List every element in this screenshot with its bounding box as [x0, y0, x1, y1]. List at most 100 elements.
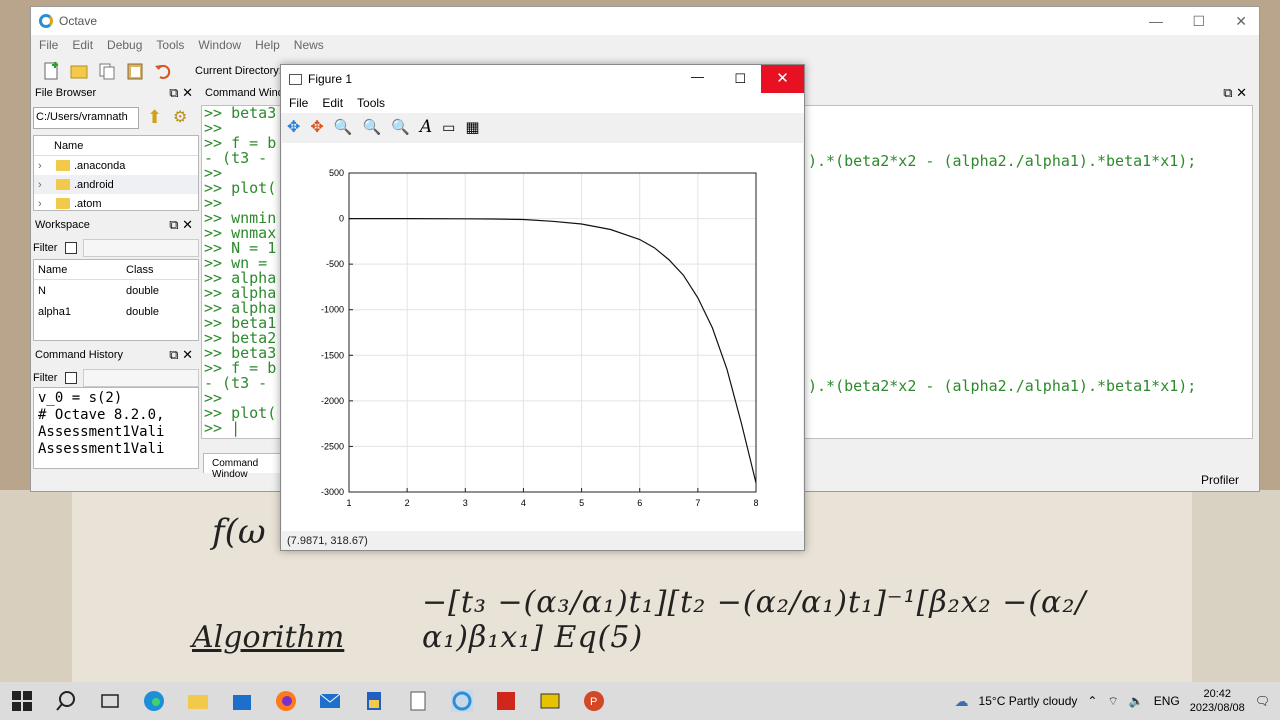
menu-news[interactable]: News [294, 38, 324, 52]
y-tick-label: 500 [329, 168, 344, 178]
insert-text-icon[interactable]: A [420, 117, 432, 137]
undo-icon[interactable] [153, 61, 173, 81]
chevron-right-icon[interactable]: › [38, 179, 42, 191]
dock-buttons[interactable]: ⧉ ✕ [169, 347, 193, 363]
table-row[interactable]: Ndouble [34, 280, 198, 301]
paste-icon[interactable] [125, 61, 145, 81]
figure-maximize-button[interactable]: ☐ [734, 71, 746, 87]
file-browser-path-input[interactable]: C:/Users/vramnath [33, 107, 139, 129]
system-tray: ☁ 15°C Partly cloudy ⌃ ⌔ 🔈 ENG 20:42 202… [955, 682, 1270, 720]
rotate-icon[interactable]: ✥ [310, 117, 323, 137]
figure-close-button[interactable]: ✕ [761, 65, 804, 93]
search-icon[interactable] [55, 690, 77, 712]
menu-tools[interactable]: Tools [156, 38, 184, 52]
file-icon[interactable] [363, 690, 385, 712]
figure-menu-tools[interactable]: Tools [357, 96, 385, 110]
dock-buttons[interactable]: ⧉ ✕ [169, 217, 193, 233]
filter-checkbox[interactable] [65, 242, 78, 254]
open-folder-icon[interactable] [69, 61, 89, 81]
app-icon[interactable] [539, 690, 561, 712]
language-indicator[interactable]: ENG [1154, 694, 1180, 708]
weather-icon[interactable]: ☁ [955, 693, 969, 710]
list-item[interactable]: › .anaconda [34, 156, 198, 175]
maximize-button[interactable]: ☐ [1192, 13, 1205, 30]
clock[interactable]: 20:42 2023/08/08 [1190, 687, 1245, 715]
powerpoint-icon[interactable]: P [583, 690, 605, 712]
plot-canvas[interactable]: 1 2 3 4 5 6 7 8 500 0 -500 -1000 -1500 -2000 -2500 -300… [282, 143, 803, 531]
axes-icon[interactable]: ▭ [442, 119, 455, 136]
list-item[interactable]: # Octave 8.2.0, [38, 407, 194, 424]
volume-icon[interactable]: 🔈 [1129, 694, 1144, 708]
zoom-reset-icon[interactable]: 🔍 [391, 118, 410, 136]
figure-menu-file[interactable]: File [289, 96, 308, 110]
list-item[interactable]: › .atom [34, 194, 198, 210]
octave-titlebar: Octave — ☐ ✕ [31, 7, 1259, 35]
figure-toolbar: ✥ ✥ 🔍 🔍 🔍 A ▭ ▦ [281, 113, 804, 141]
folder-settings-icon[interactable]: ⚙ [173, 107, 187, 127]
minimize-button[interactable]: — [1149, 13, 1163, 29]
list-item[interactable]: v_0 = s(2) [38, 390, 194, 407]
x-tick-label: 2 [405, 498, 410, 508]
file-explorer-icon[interactable] [187, 690, 209, 712]
figure-menu-edit[interactable]: Edit [322, 96, 343, 110]
task-view-icon[interactable] [99, 690, 121, 712]
paper-eq-mid: −[t₃ −(α₃/α₁)t₁][t₂ −(α₂/α₁)t₁]⁻¹[β₂x₂ −… [422, 585, 1087, 655]
taskbar: P ☁ 15°C Partly cloudy ⌃ ⌔ 🔈 ENG 20:42 2… [0, 682, 1280, 720]
weather-text[interactable]: 15°C Partly cloudy [979, 694, 1078, 708]
history-list: v_0 = s(2) # Octave 8.2.0, Assessment1Va… [33, 387, 199, 469]
dock-buttons[interactable]: ⧉ ✕ [169, 85, 193, 101]
parent-folder-icon[interactable]: ⬆ [147, 107, 162, 128]
workspace-title-bar: Workspace ⧉ ✕ [31, 215, 199, 235]
document-icon[interactable] [407, 690, 429, 712]
dock-buttons[interactable]: ⧉ ✕ [1223, 85, 1247, 101]
filter-checkbox[interactable] [65, 372, 78, 384]
history-title: Command History [35, 349, 124, 361]
octave-taskbar-icon[interactable] [451, 690, 473, 712]
start-button[interactable] [11, 690, 33, 712]
column-class[interactable]: Class [126, 264, 154, 276]
menu-window[interactable]: Window [198, 38, 241, 52]
figure-minimize-button[interactable]: — [691, 69, 704, 84]
acrobat-icon[interactable] [495, 690, 517, 712]
paper-eq-left: f(ω [212, 512, 266, 552]
store-icon[interactable] [231, 690, 253, 712]
workspace-header: Name Class [34, 260, 198, 280]
menu-debug[interactable]: Debug [107, 38, 142, 52]
edge-icon[interactable] [143, 690, 165, 712]
history-filter: Filter [33, 369, 200, 387]
y-tick-label: -2500 [321, 441, 344, 451]
notification-icon[interactable]: 🗨 [1255, 694, 1270, 708]
x-tick-label: 5 [579, 498, 584, 508]
background-band-left [0, 490, 72, 682]
figure-menubar: File Edit Tools [281, 93, 804, 113]
grid-icon[interactable]: ▦ [465, 118, 479, 136]
file-browser-column-name[interactable]: Name [34, 140, 83, 152]
copy-icon[interactable] [97, 61, 117, 81]
zoom-in-icon[interactable]: 🔍 [334, 118, 353, 136]
new-file-icon[interactable] [41, 61, 61, 81]
list-item[interactable]: › .android [34, 175, 198, 194]
menu-file[interactable]: File [39, 38, 58, 52]
close-button[interactable]: ✕ [1235, 13, 1247, 30]
chevron-right-icon[interactable]: › [38, 198, 42, 210]
filter-input[interactable] [83, 239, 200, 257]
figure-titlebar: Figure 1 — ☐ ✕ [281, 65, 804, 93]
chevron-right-icon[interactable]: › [38, 160, 42, 172]
profiler-label[interactable]: Profiler [1201, 473, 1239, 487]
zoom-out-icon[interactable]: 🔍 [363, 118, 382, 136]
workspace-filter: Filter [33, 239, 200, 257]
clock-date: 2023/08/08 [1189, 702, 1245, 714]
list-item[interactable]: Assessment1Vali [38, 441, 194, 458]
table-row[interactable]: alpha1 double [34, 301, 198, 322]
pan-icon[interactable]: ✥ [287, 117, 300, 137]
mail-icon[interactable] [319, 690, 341, 712]
chevron-up-icon[interactable]: ⌃ [1087, 694, 1097, 708]
wifi-icon[interactable]: ⌔ [1107, 694, 1118, 709]
menu-edit[interactable]: Edit [72, 38, 93, 52]
list-item[interactable]: Assessment1Vali [38, 424, 194, 441]
menu-help[interactable]: Help [255, 38, 280, 52]
firefox-icon[interactable] [275, 690, 297, 712]
column-name[interactable]: Name [34, 264, 126, 276]
filter-input[interactable] [83, 369, 200, 387]
filter-label: Filter [33, 242, 58, 254]
